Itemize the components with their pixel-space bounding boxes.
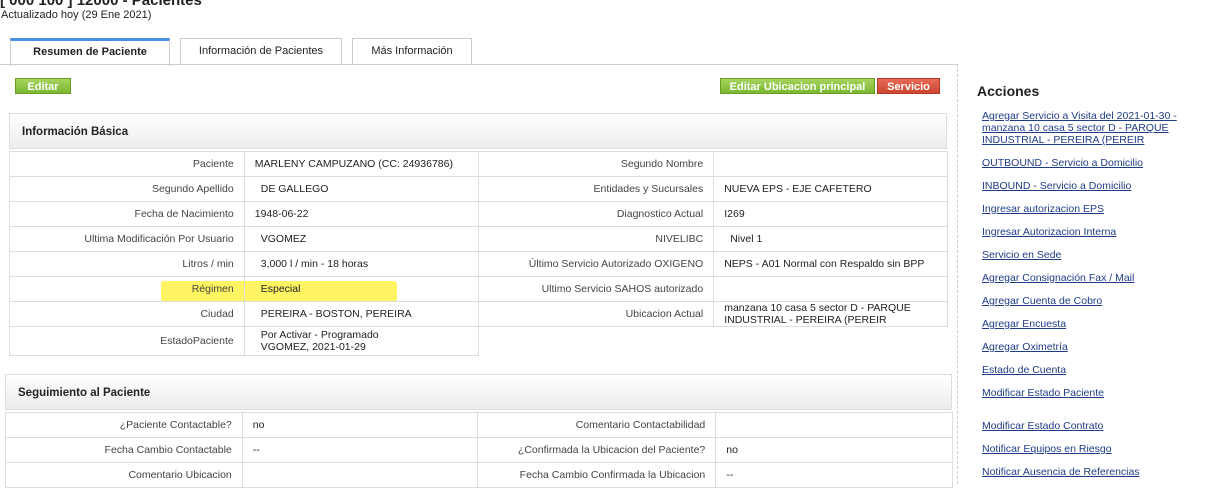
label-ubicacion-actual: Ubicacion Actual (477, 301, 715, 327)
table-row: Ciudad PEREIRA - BOSTON, PEREIRA Ubicaci… (9, 301, 948, 327)
table-row: Ultima Modificación Por Usuario VGOMEZ N… (9, 226, 948, 252)
label-contactable: ¿Paciente Contactable? (5, 412, 243, 438)
value-confirmada-ubicacion: no (715, 437, 953, 463)
label-fecha-cambio-contactable: Fecha Cambio Contactable (5, 437, 243, 463)
action-modificar-estado-contrato[interactable]: Modificar Estado Contrato (982, 420, 1212, 432)
tab-resumen-paciente[interactable]: Resumen de Paciente (10, 38, 170, 66)
table-row: Paciente MARLENY CAMPUZANO (CC: 24936786… (9, 151, 948, 177)
value-regimen: Especial (243, 276, 479, 302)
value-segundo-apellido: DE GALLEGO (243, 176, 479, 202)
updated-label: Actualizado hoy (29 Ene 2021) (1, 9, 152, 21)
label-paciente: Paciente (9, 151, 245, 177)
table-row: Fecha Cambio Contactable -- ¿Confirmada … (5, 437, 953, 463)
edit-location-button[interactable]: Editar Ubicacion principal (720, 78, 875, 94)
label-comentario-ubicacion: Comentario Ubicacion (5, 462, 243, 488)
value-ultima-modificacion: VGOMEZ (243, 226, 479, 252)
action-modificar-estado-paciente[interactable]: Modificar Estado Paciente (982, 387, 1212, 399)
action-oximetria[interactable]: Agregar Oximetría (982, 341, 1212, 353)
value-fecha-cambio-confirmada: -- (715, 462, 953, 488)
value-nivelibc: Nivel 1 (713, 226, 948, 252)
page-title: [ 000 100 ] 12000 - Pacientes (0, 0, 202, 9)
label-comentario-contactabilidad: Comentario Contactabilidad (477, 412, 717, 438)
value-litros: 3,000 l / min - 18 horas (243, 251, 479, 277)
basic-info-table: Paciente MARLENY CAMPUZANO (CC: 24936786… (9, 151, 948, 356)
value-fecha-cambio-contactable: -- (241, 437, 479, 463)
value-ultimo-oxigeno: NEPS - A01 Normal con Respaldo sin BPP (713, 251, 948, 277)
label-diagnostico: Diagnostico Actual (477, 201, 715, 227)
label-segundo-nombre: Segundo Nombre (477, 151, 715, 177)
table-row: Segundo Apellido DE GALLEGO Entidades y … (9, 176, 948, 202)
action-cuenta-cobro[interactable]: Agregar Cuenta de Cobro (982, 295, 1212, 307)
label-estado-paciente: EstadoPaciente (9, 326, 245, 356)
table-row: EstadoPaciente Por Activar - Programado … (9, 326, 948, 356)
value-estado-paciente: Por Activar - Programado VGOMEZ, 2021-01… (243, 326, 479, 356)
label-fecha-nacimiento: Fecha de Nacimiento (9, 201, 245, 227)
label-regimen: Régimen (9, 276, 245, 302)
value-ultimo-sahos (713, 276, 948, 302)
label-fecha-cambio-confirmada: Fecha Cambio Confirmada la Ubicacion (477, 462, 717, 488)
action-notificar-ausencia[interactable]: Notificar Ausencia de Referencias (982, 466, 1212, 478)
action-notificar-equipos[interactable]: Notificar Equipos en Riesgo (982, 443, 1212, 455)
action-consignacion-fax[interactable]: Agregar Consignación Fax / Mail (982, 272, 1212, 284)
value-diagnostico: I269 (713, 201, 948, 227)
label-litros: Litros / min (9, 251, 245, 277)
table-row: Régimen Especial Ultimo Servicio SAHOS a… (9, 276, 948, 302)
value-ubicacion-actual: manzana 10 casa 5 sector D - PARQUE INDU… (713, 301, 948, 327)
value-comentario-contactabilidad (715, 412, 953, 438)
value-ciudad: PEREIRA - BOSTON, PEREIRA (243, 301, 479, 327)
label-ciudad: Ciudad (9, 301, 245, 327)
actions-list: Agregar Servicio a Visita del 2021-01-30… (982, 110, 1212, 489)
value-entidades: NUEVA EPS - EJE CAFETERO (713, 176, 948, 202)
value-segundo-nombre (713, 151, 948, 177)
table-row: Comentario Ubicacion Fecha Cambio Confir… (5, 462, 953, 488)
table-row: ¿Paciente Contactable? no Comentario Con… (5, 412, 953, 438)
tab-informacion-pacientes[interactable]: Información de Pacientes (180, 38, 342, 65)
value-comentario-ubicacion (241, 462, 479, 488)
table-row: Litros / min 3,000 l / min - 18 horas Úl… (9, 251, 948, 277)
actions-title: Acciones (977, 83, 1040, 99)
label-confirmada-ubicacion: ¿Confirmada la Ubicacion del Paciente? (477, 437, 717, 463)
basic-info-header: Información Básica (9, 113, 947, 149)
action-autorizacion-eps[interactable]: Ingresar autorizacion EPS (982, 203, 1212, 215)
followup-header: Seguimiento al Paciente (5, 374, 952, 410)
service-button[interactable]: Servicio (877, 78, 940, 94)
action-agregar-servicio-visita[interactable]: Agregar Servicio a Visita del 2021-01-30… (982, 110, 1212, 146)
action-servicio-sede[interactable]: Servicio en Sede (982, 249, 1212, 261)
table-row: Fecha de Nacimiento 1948-06-22 Diagnosti… (9, 201, 948, 227)
action-encuesta[interactable]: Agregar Encuesta (982, 318, 1212, 330)
tab-mas-informacion[interactable]: Más Información (352, 38, 472, 65)
value-paciente: MARLENY CAMPUZANO (CC: 24936786) (243, 151, 479, 177)
action-outbound[interactable]: OUTBOUND - Servicio a Domicilio (982, 157, 1212, 169)
label-nivelibc: NIVELIBC (477, 226, 715, 252)
action-autorizacion-interna[interactable]: Ingresar Autorizacion Interna (982, 226, 1212, 238)
label-entidades: Entidades y Sucursales (477, 176, 715, 202)
value-contactable: no (241, 412, 479, 438)
label-segundo-apellido: Segundo Apellido (9, 176, 245, 202)
label-ultimo-oxigeno: Último Servicio Autorizado OXIGENO (477, 251, 715, 277)
action-inbound[interactable]: INBOUND - Servicio a Domicilio (982, 180, 1212, 192)
value-fecha-nacimiento: 1948-06-22 (243, 201, 479, 227)
edit-button[interactable]: Editar (15, 78, 71, 94)
label-ultimo-sahos: Ultimo Servicio SAHOS autorizado (477, 276, 715, 302)
label-ultima-modificacion: Ultima Modificación Por Usuario (9, 226, 245, 252)
action-estado-cuenta[interactable]: Estado de Cuenta (982, 364, 1212, 376)
